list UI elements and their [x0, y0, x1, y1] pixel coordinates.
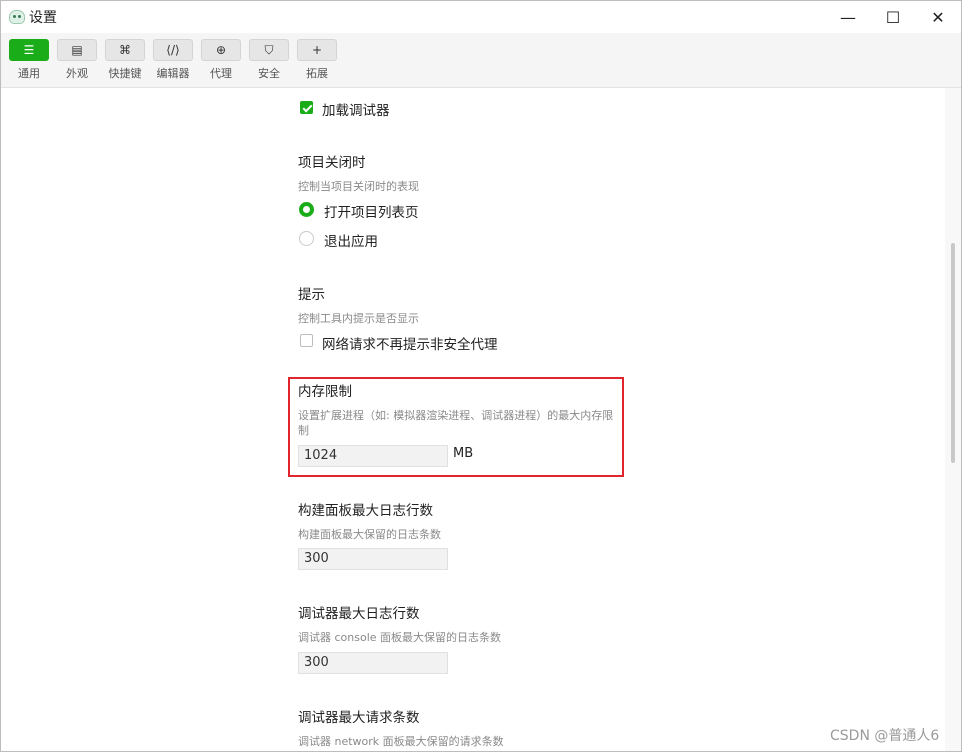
code-icon: ⟨/⟩	[153, 39, 193, 61]
quit-app-radio[interactable]	[299, 231, 314, 246]
tab-appearance[interactable]: ▤ 外观	[57, 39, 97, 81]
app-logo-icon	[9, 10, 25, 24]
minimize-button[interactable]: —	[825, 1, 871, 33]
settings-toolbar: ☰ 通用 ▤ 外观 ⌘ 快捷键 ⟨/⟩ 编辑器 ⊕ 代理 ⛉ 安全 + 拓展	[1, 33, 961, 88]
debugger-log-lines-input[interactable]: 300	[298, 652, 448, 674]
tab-security[interactable]: ⛉ 安全	[249, 39, 289, 81]
debugger-log-lines-title: 调试器最大日志行数	[298, 606, 420, 622]
tab-label: 安全	[258, 67, 280, 80]
tab-general[interactable]: ☰ 通用	[9, 39, 49, 81]
insecure-proxy-hint-label: 网络请求不再提示非安全代理	[322, 337, 498, 353]
settings-window: 设置 — ☐ ✕ ☰ 通用 ▤ 外观 ⌘ 快捷键 ⟨/⟩ 编辑器 ⊕ 代理 ⛉ …	[0, 0, 962, 752]
build-log-lines-input[interactable]: 300	[298, 548, 448, 570]
watermark: CSDN @普通人6	[830, 728, 940, 744]
window-layout-icon: ▤	[57, 39, 97, 61]
shield-icon: ⛉	[249, 39, 289, 61]
memory-limit-desc-cont: 制	[298, 424, 309, 437]
build-log-lines-desc: 构建面板最大保留的日志条数	[298, 528, 441, 541]
memory-limit-title: 内存限制	[298, 384, 352, 400]
build-log-lines-title: 构建面板最大日志行数	[298, 503, 433, 519]
insecure-proxy-hint-checkbox[interactable]	[300, 334, 313, 347]
open-project-list-label: 打开项目列表页	[324, 205, 419, 221]
settings-content: 加载调试器 项目关闭时 控制当项目关闭时的表现 打开项目列表页 退出应用 提示 …	[1, 88, 945, 751]
globe-icon: ⊕	[201, 39, 241, 61]
tab-label: 快捷键	[108, 67, 142, 80]
tab-label: 通用	[18, 67, 40, 80]
memory-limit-input[interactable]: 1024	[298, 445, 448, 467]
project-close-title: 项目关闭时	[298, 155, 366, 171]
debugger-log-lines-desc: 调试器 console 面板最大保留的日志条数	[298, 631, 502, 644]
tab-extensions[interactable]: + 拓展	[297, 39, 337, 81]
maximize-button[interactable]: ☐	[870, 1, 916, 33]
tab-editor[interactable]: ⟨/⟩ 编辑器	[153, 39, 193, 81]
sliders-icon: ☰	[9, 39, 49, 61]
load-debugger-checkbox[interactable]	[300, 101, 313, 114]
scrollbar-thumb[interactable]	[951, 243, 955, 463]
window-title: 设置	[29, 10, 57, 26]
debugger-requests-desc: 调试器 network 面板最大保留的请求条数	[298, 735, 504, 748]
project-close-desc: 控制当项目关闭时的表现	[298, 180, 419, 193]
hints-desc: 控制工具内提示是否显示	[298, 312, 419, 325]
memory-limit-desc: 设置扩展进程（如: 模拟器渲染进程、调试器进程）的最大内存限	[298, 409, 614, 422]
tab-label: 编辑器	[156, 67, 190, 80]
plus-icon: +	[297, 39, 337, 61]
debugger-requests-title: 调试器最大请求条数	[298, 710, 420, 726]
quit-app-label: 退出应用	[324, 234, 378, 250]
tab-label: 代理	[210, 67, 232, 80]
tab-label: 外观	[66, 67, 88, 80]
command-key-icon: ⌘	[105, 39, 145, 61]
hints-title: 提示	[298, 287, 325, 303]
close-button[interactable]: ✕	[915, 1, 961, 33]
memory-limit-unit: MB	[453, 446, 474, 461]
title-bar: 设置 — ☐ ✕	[1, 1, 961, 33]
open-project-list-radio[interactable]	[299, 202, 314, 217]
tab-label: 拓展	[306, 67, 328, 80]
tab-proxy[interactable]: ⊕ 代理	[201, 39, 241, 81]
load-debugger-label: 加载调试器	[322, 103, 390, 119]
tab-shortcuts[interactable]: ⌘ 快捷键	[105, 39, 145, 81]
vertical-scrollbar[interactable]	[945, 88, 961, 751]
